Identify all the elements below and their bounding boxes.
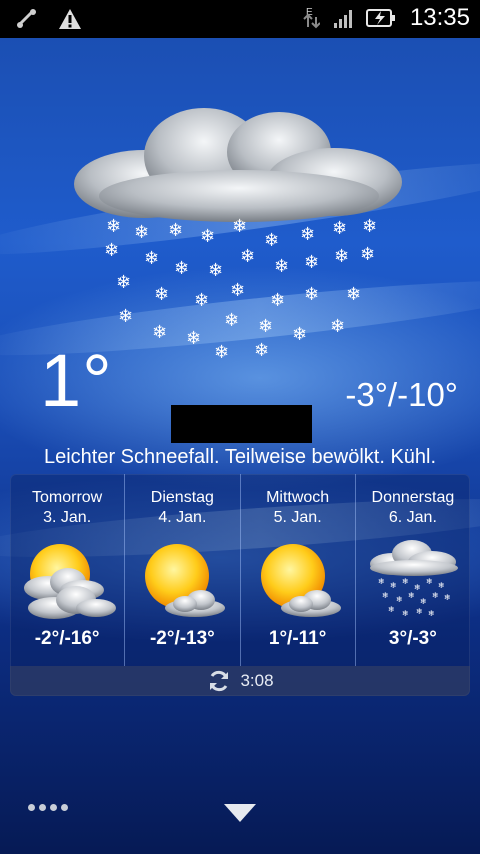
svg-text:❄: ❄	[154, 284, 169, 305]
forecast-day[interactable]: Mittwoch 5. Jan. 1°/-11°	[241, 474, 356, 666]
svg-text:❄: ❄	[428, 609, 435, 618]
forecast-date: 6. Jan.	[388, 509, 437, 526]
status-bar: E 13:35	[0, 0, 480, 38]
forecast-day-name: Tomorrow	[32, 489, 103, 506]
svg-text:❄: ❄	[420, 597, 427, 606]
svg-text:❄: ❄	[300, 224, 315, 245]
svg-text:❄: ❄	[264, 230, 279, 251]
forecast-temperature: -2°/-13°	[149, 628, 215, 649]
svg-text:❄: ❄	[304, 284, 319, 305]
svg-text:❄: ❄	[362, 216, 377, 237]
collapse-down-icon[interactable]	[224, 804, 256, 822]
svg-text:❄: ❄	[396, 595, 403, 604]
svg-text:❄: ❄	[208, 260, 223, 281]
clock: 13:35	[409, 4, 470, 31]
svg-text:❄: ❄	[200, 226, 215, 247]
svg-text:❄: ❄	[378, 577, 385, 586]
svg-text:❄: ❄	[104, 240, 119, 261]
svg-text:❄: ❄	[346, 284, 361, 305]
svg-text:❄: ❄	[258, 316, 273, 337]
svg-text:❄: ❄	[230, 280, 245, 301]
network-e-icon: E	[303, 7, 320, 29]
forecast-day-name: Dienstag	[150, 489, 214, 506]
svg-text:❄: ❄	[186, 328, 201, 349]
usb-debug-icon	[16, 8, 37, 28]
condition-text: Leichter Schneefall. Teilweise bewölkt. …	[43, 446, 437, 468]
forecast-day[interactable]: Tomorrow 3. Jan. -2°/-16°	[10, 474, 126, 666]
svg-text:❄: ❄	[144, 248, 159, 269]
svg-text:❄: ❄	[438, 581, 445, 590]
warning-icon	[59, 9, 81, 29]
svg-text:❄: ❄	[254, 340, 269, 361]
svg-text:❄: ❄	[274, 256, 289, 277]
svg-text:❄: ❄	[334, 246, 349, 267]
svg-text:❄: ❄	[116, 272, 131, 293]
svg-text:❄: ❄	[224, 310, 239, 331]
svg-text:❄: ❄	[360, 244, 375, 265]
signal-icon	[333, 8, 352, 28]
forecast-day-name: Donnerstag	[371, 489, 455, 506]
svg-text:❄: ❄	[332, 218, 347, 239]
bottom-bar	[0, 790, 480, 854]
refresh-icon[interactable]	[206, 668, 232, 694]
forecast-day[interactable]: Donnerstag 6. Jan. ❄ ❄ ❄ ❄ ❄ ❄ ❄ ❄ ❄ ❄ ❄ ❄ ❄ ❄ ❄ ❄ 3°…	[356, 474, 470, 666]
svg-text:❄: ❄	[232, 216, 247, 237]
snow-cloud-icon: ❄ ❄ ❄ ❄ ❄❄ ❄ ❄ ❄ ❄ ❄ ❄ ❄ ❄ ❄ ❄ ❄ ❄ ❄❄ ❄ ❄ ❄ ❄ ❄ ❄❄ ❄❄ ❄ ❄ ❄ …	[74, 108, 402, 363]
svg-text:❄: ❄	[402, 577, 409, 586]
svg-text:❄: ❄	[168, 220, 183, 241]
svg-text:❄: ❄	[292, 324, 307, 345]
forecast-date: 4. Jan.	[158, 509, 207, 526]
svg-text:❄: ❄	[194, 290, 209, 311]
svg-text:❄: ❄	[416, 607, 423, 616]
update-bar[interactable]: 3:08	[10, 666, 470, 696]
forecast-date: 5. Jan.	[273, 509, 322, 526]
svg-text:❄: ❄	[408, 591, 415, 600]
sun-small-cloud-icon	[260, 544, 341, 617]
svg-text:❄: ❄	[118, 306, 133, 327]
svg-text:❄: ❄	[304, 252, 319, 273]
forecast-temperature: 3°/-3°	[388, 628, 437, 649]
svg-text:❄: ❄	[106, 216, 121, 237]
snow-cloud-icon: ❄ ❄ ❄❄❄ ❄ ❄ ❄ ❄❄❄ ❄ ❄ ❄ ❄ ❄	[369, 540, 458, 618]
forecast-temperature: 1°/-11°	[268, 628, 327, 649]
menu-dots-icon[interactable]	[28, 804, 68, 811]
redacted-location	[171, 405, 312, 443]
svg-text:❄: ❄	[426, 577, 433, 586]
current-high-low: -3°/-10°	[345, 376, 458, 413]
svg-text:❄: ❄	[402, 609, 409, 618]
last-update-time: 3:08	[240, 671, 274, 690]
svg-text:❄: ❄	[330, 316, 345, 337]
battery-charging-icon	[365, 9, 395, 27]
svg-text:❄: ❄	[388, 605, 395, 614]
svg-text:❄: ❄	[152, 322, 167, 343]
forecast-day-name: Mittwoch	[266, 489, 330, 506]
svg-text:❄: ❄	[414, 583, 421, 592]
svg-text:❄: ❄	[240, 246, 255, 267]
current-temperature: 1°	[40, 339, 113, 422]
sun-clouds-icon	[24, 544, 116, 619]
forecast-date: 3. Jan.	[43, 509, 92, 526]
svg-text:❄: ❄	[270, 290, 285, 311]
svg-text:❄: ❄	[134, 222, 149, 243]
sun-small-cloud-icon	[145, 544, 226, 617]
svg-text:❄: ❄	[382, 591, 389, 600]
svg-text:❄: ❄	[390, 581, 397, 590]
forecast-day[interactable]: Dienstag 4. Jan. -2°/-13°	[125, 474, 241, 666]
svg-text:❄: ❄	[214, 342, 229, 363]
svg-text:❄: ❄	[432, 591, 439, 600]
forecast-temperature: -2°/-16°	[34, 628, 100, 649]
forecast-panel: Tomorrow 3. Jan. -2°/-16° Dienstag 4. Ja…	[10, 474, 470, 696]
svg-text:❄: ❄	[444, 593, 451, 602]
svg-text:❄: ❄	[174, 258, 189, 279]
